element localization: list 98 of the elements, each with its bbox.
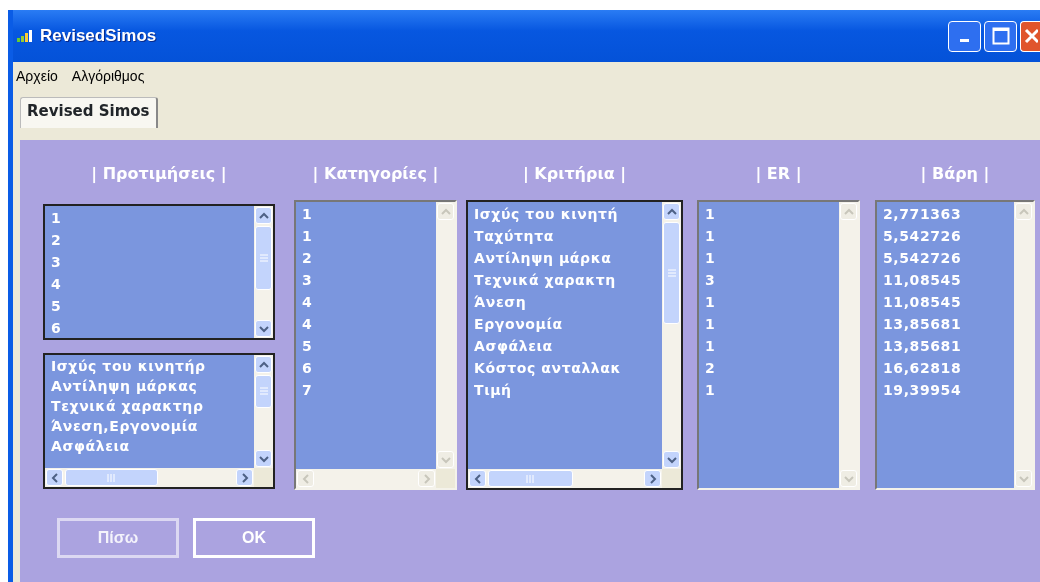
window-title: RevisedSimos (40, 25, 157, 48)
scroll-arrow-button[interactable] (663, 451, 680, 468)
tab[interactable]: Revised Simos (20, 97, 158, 128)
scroll-thumb[interactable] (488, 470, 573, 487)
list-item[interactable]: Ισχύς του κινητήρ (51, 356, 254, 376)
scroll-arrow-button[interactable] (236, 469, 253, 486)
list-item[interactable]: 4 (302, 291, 436, 313)
vertical-scrollbar[interactable] (662, 202, 681, 469)
list-item[interactable]: 11,08545 (883, 269, 1014, 291)
list-item[interactable]: 11,08545 (883, 291, 1014, 313)
close-button[interactable] (1020, 20, 1040, 52)
scroll-thumb[interactable] (65, 469, 158, 486)
list-item[interactable]: 1 (705, 379, 839, 401)
list-item[interactable]: Τιμή (474, 379, 662, 401)
list-item[interactable]: Αντίληψη μάρκας (51, 376, 254, 396)
grip-icon (259, 387, 268, 396)
list-item[interactable]: Ταχύτητα (474, 225, 662, 247)
column-header: | Κριτήρια | (522, 163, 627, 185)
list-item[interactable]: 3 (705, 269, 839, 291)
scroll-arrow-button[interactable] (644, 470, 661, 487)
scroll-thumb[interactable] (255, 375, 272, 408)
list-item[interactable]: 2 (302, 247, 436, 269)
horizontal-scrollbar[interactable] (468, 469, 662, 488)
list-box[interactable]: 1 1 1 3 1 1 1 2 1 (697, 200, 860, 490)
scroll-arrow-button[interactable] (255, 450, 272, 467)
list-item[interactable]: Τεχνικά χαρακτηρ (51, 396, 254, 416)
list-item[interactable]: 5 (302, 335, 436, 357)
scroll-arrow-button[interactable] (469, 470, 486, 487)
list-item[interactable]: 5,542726 (883, 225, 1014, 247)
list-item[interactable]: 4 (51, 273, 254, 295)
vertical-scrollbar[interactable] (254, 206, 273, 338)
list-item[interactable]: 2 (705, 357, 839, 379)
horizontal-scrollbar[interactable] (45, 468, 254, 487)
list-box[interactable]: Ισχύς του κινητή Ταχύτητα Αντίληψη μάρκα Τεχνικά χαρακτη Άνεση Εργονομία Ασφάλεια Κόστος ανταλλακ Τιμή (466, 200, 683, 490)
list-item[interactable]: 2 (51, 229, 254, 251)
list-item[interactable]: 2,771363 (883, 203, 1014, 225)
list-item[interactable]: 1 (705, 335, 839, 357)
list-item[interactable]: 1 (302, 225, 436, 247)
menu-item[interactable]: Αλγόριθμος (71, 65, 145, 87)
list-item[interactable]: 4 (302, 313, 436, 335)
list-item[interactable]: 7 (302, 379, 436, 401)
list-item[interactable]: Εργονομία (474, 313, 662, 335)
list-item[interactable]: 1 (705, 247, 839, 269)
grip-icon (259, 254, 268, 263)
scrollbar-corner (436, 469, 455, 488)
scroll-arrow-button[interactable] (255, 356, 272, 373)
button[interactable]: OK (193, 518, 315, 558)
list-box[interactable]: 1 2 3 4 5 6 (43, 204, 275, 340)
maximize-button[interactable] (984, 20, 1017, 52)
list-item[interactable]: 1 (51, 207, 254, 229)
list-item[interactable]: 6 (302, 357, 436, 379)
scroll-arrow-button[interactable] (46, 469, 63, 486)
vertical-scrollbar[interactable] (254, 355, 273, 468)
list-item[interactable]: 1 (705, 291, 839, 313)
list-item[interactable]: Τεχνικά χαρακτη (474, 269, 662, 291)
list-item[interactable]: Άνεση,Εργονομία (51, 416, 254, 436)
list-box[interactable]: 1 1 2 3 4 4 5 6 7 (294, 200, 457, 490)
minimize-icon (960, 39, 969, 42)
list-item[interactable]: 13,85681 (883, 335, 1014, 357)
scroll-arrow-button[interactable] (255, 207, 272, 224)
scroll-thumb[interactable] (663, 222, 680, 325)
column-header: | Κατηγορίες | (312, 163, 439, 185)
list-item[interactable]: 16,62818 (883, 357, 1014, 379)
minimize-button[interactable] (948, 20, 981, 52)
list-item[interactable]: 6 (51, 317, 254, 338)
close-icon (1023, 28, 1038, 44)
list-item[interactable]: Κόστος ανταλλακ (474, 357, 662, 379)
list-item[interactable]: 1 (705, 313, 839, 335)
grip-icon (526, 474, 535, 483)
column-header: | ER | (755, 163, 802, 185)
list-item[interactable]: 19,39954 (883, 379, 1014, 401)
list-item[interactable]: 13,85681 (883, 313, 1014, 335)
list-box[interactable]: 2,771363 5,542726 5,542726 11,08545 11,08545 13,85681 13,85681 16,62818 19,39954 (875, 200, 1035, 490)
list-item[interactable]: 3 (51, 251, 254, 273)
list-item[interactable]: Ασφάλεια (51, 436, 254, 456)
scrollbar-corner (662, 469, 681, 488)
list-item[interactable]: 5,542726 (883, 247, 1014, 269)
scroll-thumb[interactable] (255, 226, 272, 291)
scroll-arrow-button[interactable] (255, 320, 272, 337)
list-box[interactable]: Ισχύς του κινητήρ Αντίληψη μάρκας Τεχνικά χαρακτηρ Άνεση,Εργονομία Ασφάλεια (43, 353, 275, 489)
menu-item[interactable]: Αρχείο (16, 65, 58, 87)
maximize-icon (991, 27, 1010, 45)
grip-icon (667, 269, 676, 278)
scroll-arrow-button[interactable] (663, 203, 680, 220)
list-item[interactable]: 1 (302, 203, 436, 225)
list-item[interactable]: Αντίληψη μάρκα (474, 247, 662, 269)
signal-bars-icon (17, 30, 35, 42)
list-item[interactable]: 1 (705, 203, 839, 225)
list-item[interactable]: 3 (302, 269, 436, 291)
column-header: | Προτιμήσεις | (91, 163, 227, 185)
list-item[interactable]: 1 (705, 225, 839, 247)
list-item[interactable]: Ισχύς του κινητή (474, 203, 662, 225)
list-item[interactable]: 5 (51, 295, 254, 317)
grip-icon (107, 473, 116, 482)
list-item[interactable]: Άνεση (474, 291, 662, 313)
list-item[interactable]: Ασφάλεια (474, 335, 662, 357)
scrollbar-corner (254, 468, 273, 487)
column-header: | Βάρη | (920, 163, 990, 185)
